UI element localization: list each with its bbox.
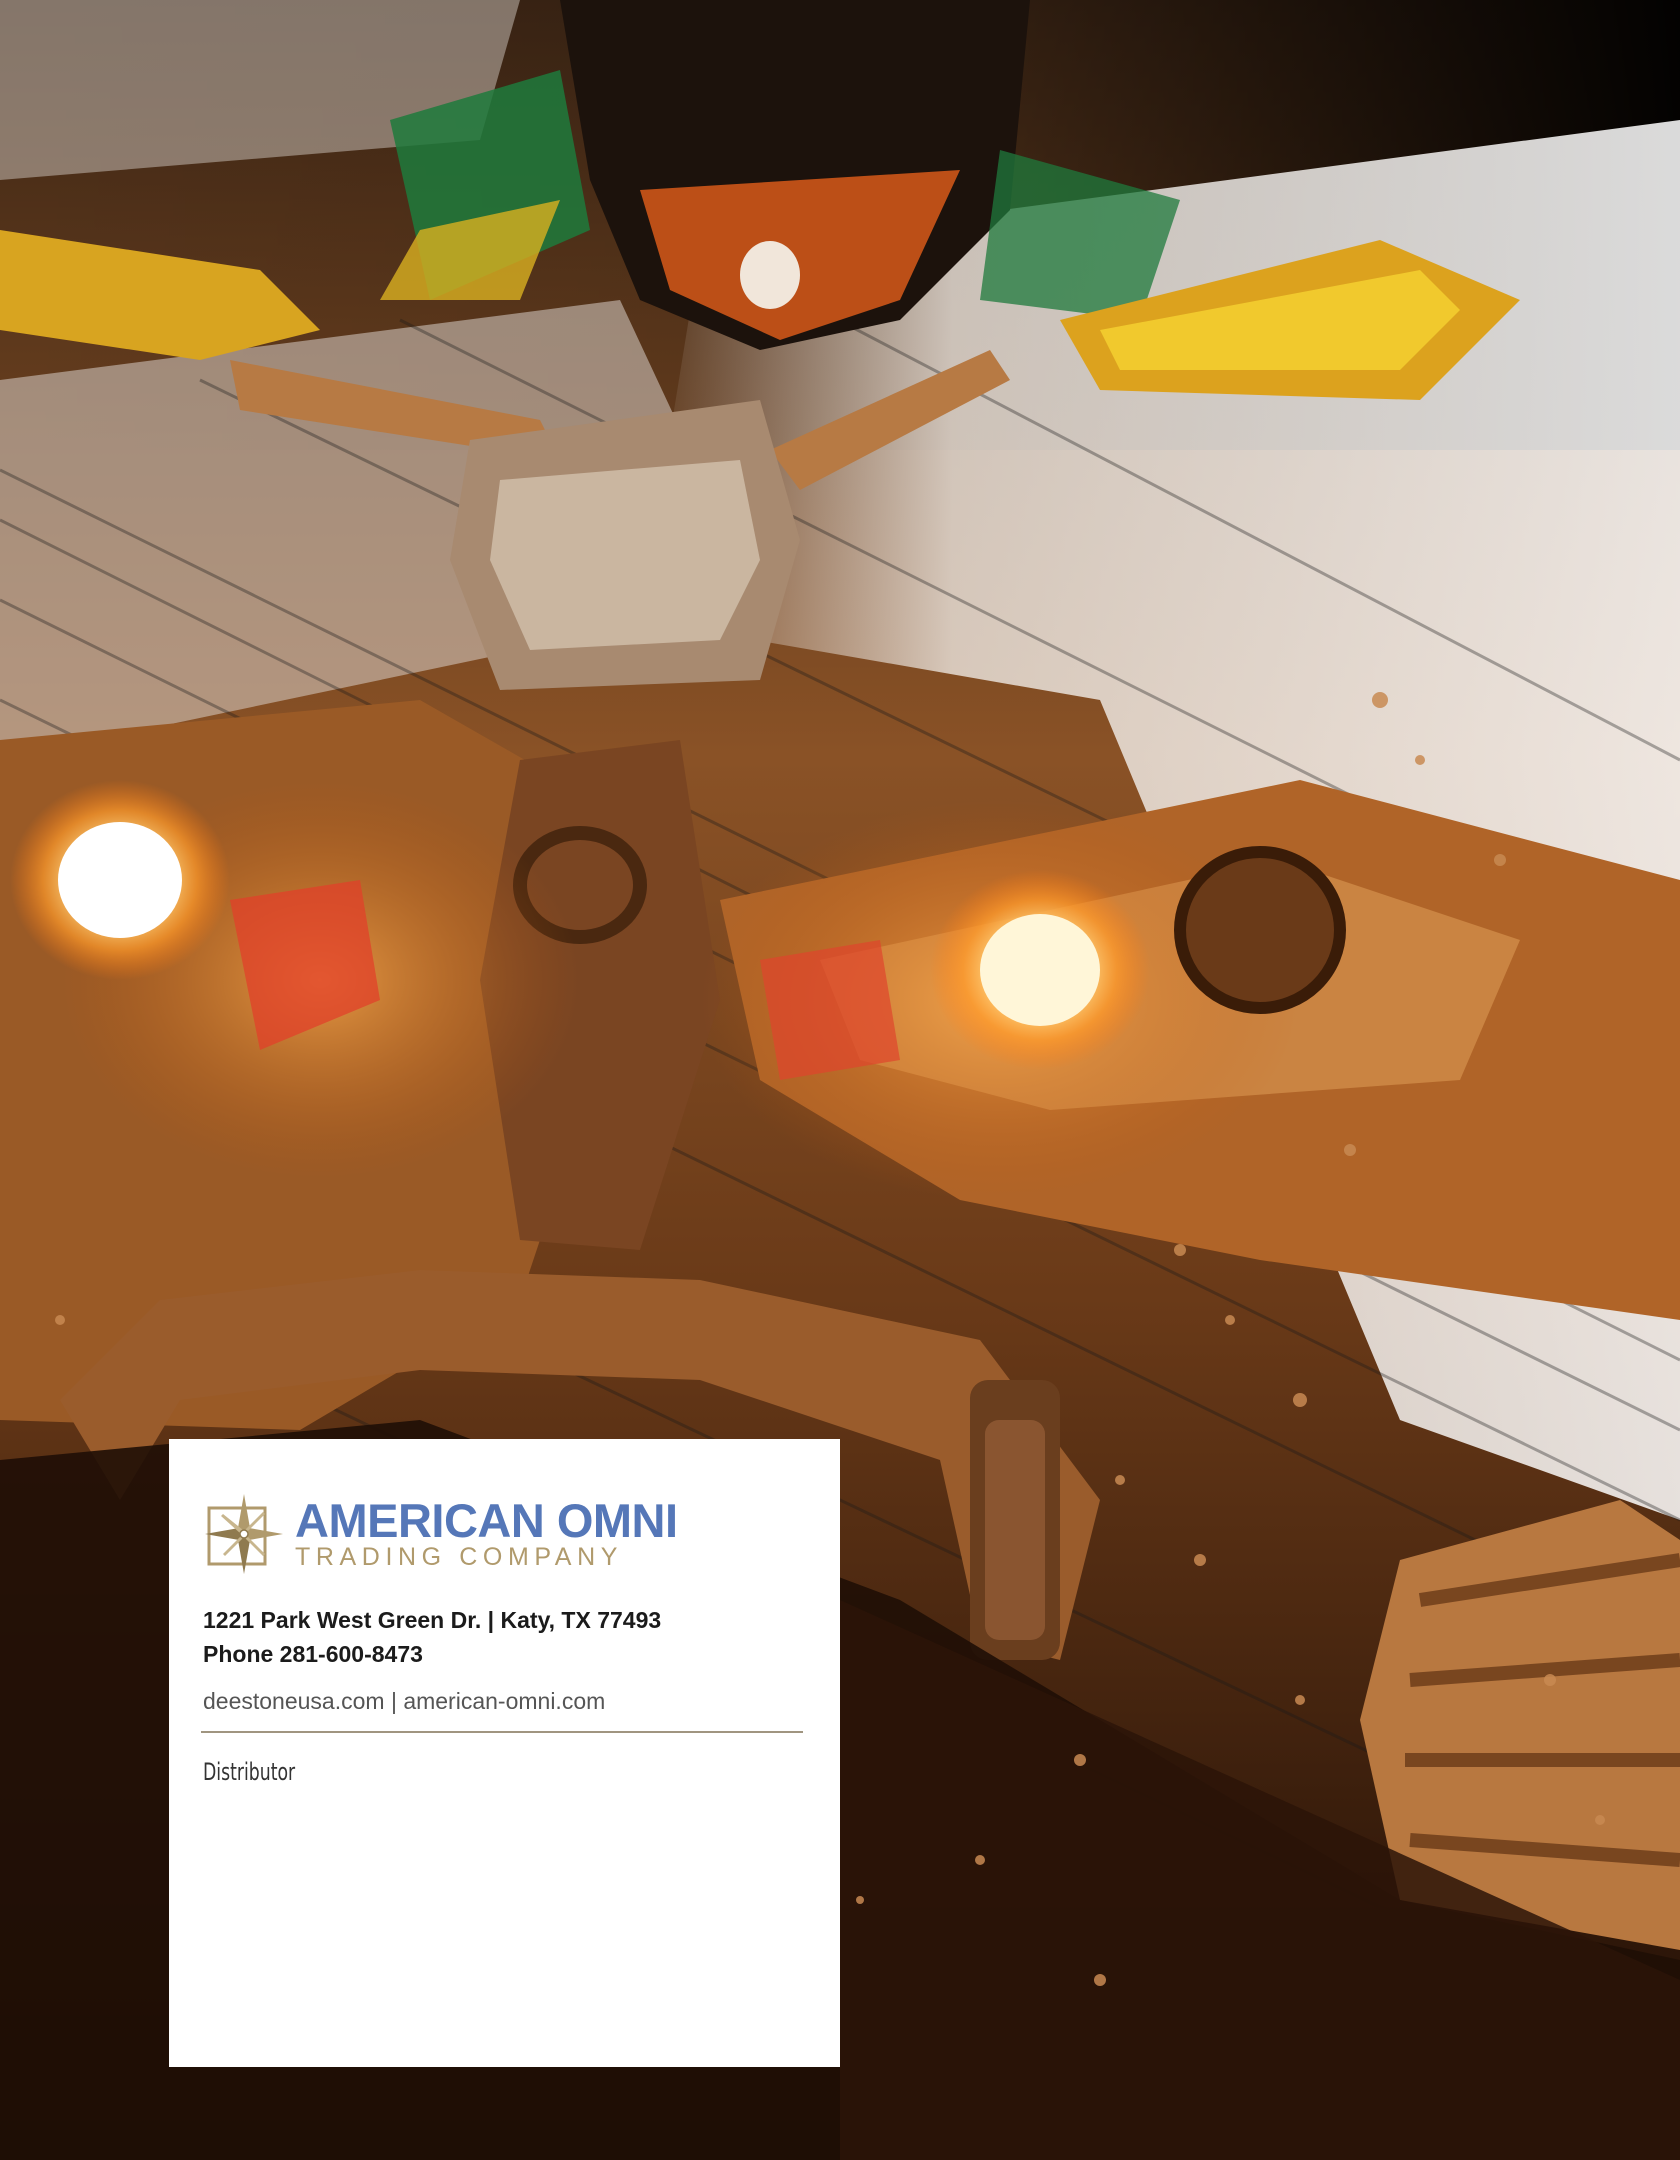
back-cover-page: AMERICAN OMNI TRADING COMPANY 1221 Park … [0,0,1680,2160]
street-address: 1221 Park West Green Dr. | Katy, TX 7749… [203,1607,662,1633]
compass-star-icon [205,1494,283,1574]
company-wordmark: AMERICAN OMNI TRADING COMPANY [295,1494,678,1571]
contact-block: 1221 Park West Green Dr. | Katy, TX 7749… [203,1603,804,1671]
divider [201,1731,803,1733]
website-links[interactable]: deestoneusa.com | american-omni.com [203,1686,804,1716]
phone-number: Phone 281-600-8473 [203,1641,423,1667]
company-name-secondary: TRADING COMPANY [295,1543,623,1571]
distributor-label: Distributor [203,1758,296,1786]
company-name-primary: AMERICAN OMNI [295,1494,678,1547]
company-logo: AMERICAN OMNI TRADING COMPANY [203,1489,804,1579]
distributor-card: AMERICAN OMNI TRADING COMPANY 1221 Park … [169,1439,840,2067]
